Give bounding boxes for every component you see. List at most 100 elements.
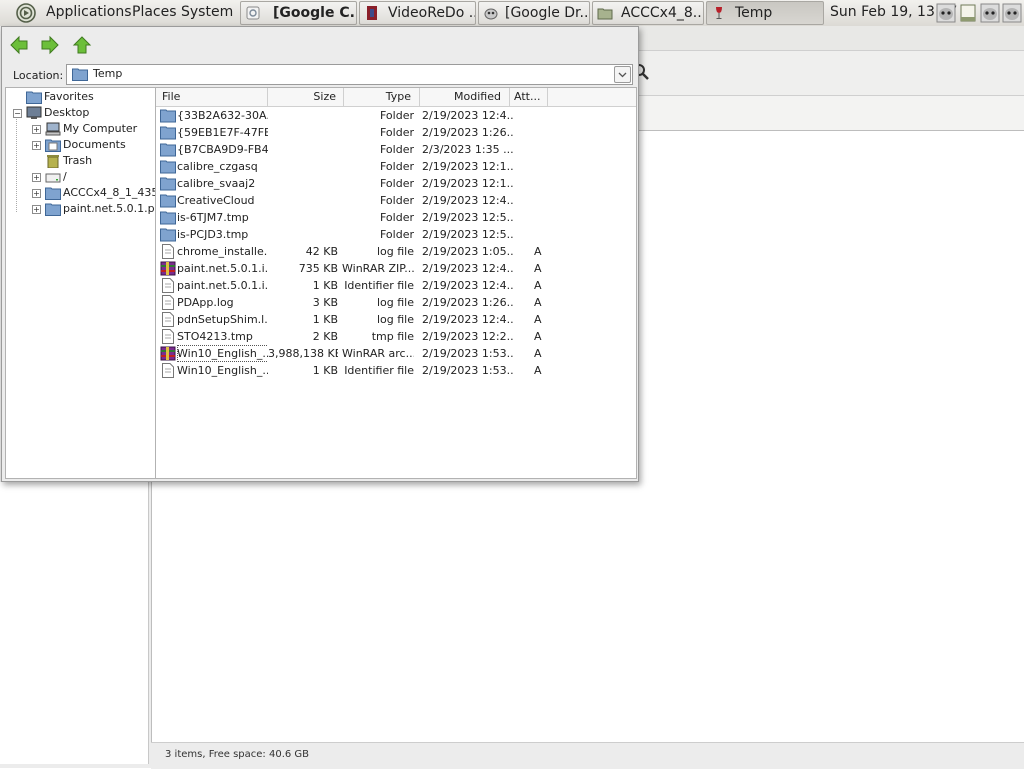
file-type: Identifier file: [344, 364, 414, 377]
file-manager-window: Location: Temp Favorites − Desktop + My Comp…: [1, 26, 639, 482]
collapse-icon[interactable]: −: [13, 109, 22, 118]
file-row[interactable]: calibre_czgasq Folder 2/19/2023 12:1...: [156, 158, 636, 175]
file-size: 3,988,138 KB: [268, 347, 338, 360]
file-row[interactable]: pdnSetupShim.l... 1 KB log file 2/19/2023 1…: [156, 311, 636, 328]
file-modified: 2/19/2023 12:1...: [422, 177, 514, 190]
location-combobox[interactable]: Temp: [66, 64, 633, 85]
file-name-cell: PDApp.log: [158, 294, 268, 311]
file-row[interactable]: paint.net.5.0.1.i... 735 KB WinRAR ZIP... 2…: [156, 260, 636, 277]
file-name: CreativeCloud: [177, 194, 255, 207]
file-type: Identifier file: [344, 279, 414, 292]
wine-tray-icon[interactable]: [936, 3, 956, 23]
expand-icon[interactable]: +: [32, 125, 41, 134]
location-dropdown-button[interactable]: [614, 66, 631, 83]
file-type: Folder: [380, 143, 414, 156]
file-attributes: [534, 226, 564, 243]
tree-item-label: Desktop: [44, 106, 90, 119]
file-modified: 2/19/2023 1:53...: [422, 347, 514, 360]
file-size: 1 KB: [312, 313, 338, 326]
file-modified: 2/19/2023 12:2...: [422, 330, 514, 343]
back-arrow-icon[interactable]: [9, 35, 29, 55]
file-attributes: A: [534, 330, 542, 343]
file-row[interactable]: is-PCJD3.tmp Folder 2/19/2023 12:5...: [156, 226, 636, 243]
task-button-temp[interactable]: Temp: [706, 1, 824, 25]
folder-icon: [160, 228, 176, 242]
column-header-size[interactable]: Size: [268, 88, 344, 106]
file-attributes: A: [534, 296, 542, 309]
file-type: WinRAR arc...: [342, 347, 414, 360]
file-modified: 2/19/2023 1:26...: [422, 126, 514, 139]
tree-item-label: Favorites: [44, 90, 94, 103]
task-button-acccx4[interactable]: ACCCx4_8...: [592, 1, 704, 25]
wine-tray-icon-3[interactable]: [1002, 3, 1022, 23]
column-label: File: [162, 90, 181, 103]
file-modified: 2/19/2023 12:4...: [422, 262, 514, 275]
folder-icon: [160, 177, 176, 191]
top-panel: Applications Places System [Google C... …: [0, 0, 1024, 27]
file-modified: 2/3/2023 1:35 ...: [422, 143, 514, 156]
file-row[interactable]: CreativeCloud Folder 2/19/2023 12:4...: [156, 192, 636, 209]
file-name-cell: is-PCJD3.tmp: [158, 226, 268, 243]
file-row[interactable]: is-6TJM7.tmp Folder 2/19/2023 12:5...: [156, 209, 636, 226]
file-type: Folder: [380, 228, 414, 241]
forward-arrow-icon[interactable]: [40, 35, 60, 55]
file-type: tmp file: [371, 330, 414, 343]
file-modified: 2/19/2023 1:53...: [422, 364, 514, 377]
expand-icon[interactable]: +: [32, 141, 41, 150]
file-name-cell: paint.net.5.0.1.i...: [158, 260, 268, 277]
wine-tray-icon-2[interactable]: [980, 3, 1000, 23]
menu-applications[interactable]: Applications: [46, 4, 132, 20]
file-size: 1 KB: [312, 364, 338, 377]
file-list: File Size Type Modified Att... {33B2A632…: [155, 87, 637, 479]
column-header-file[interactable]: File: [156, 88, 268, 106]
file-row[interactable]: {33B2A632-30A... Folder 2/19/2023 12:4...: [156, 107, 636, 124]
expand-icon[interactable]: +: [32, 205, 41, 214]
file-row[interactable]: calibre_svaaj2 Folder 2/19/2023 12:1...: [156, 175, 636, 192]
file-row[interactable]: STO4213.tmp 2 KB tmp file 2/19/2023 12:2...…: [156, 328, 636, 345]
file-name: paint.net.5.0.1.i...: [177, 279, 268, 292]
file-attributes: [534, 158, 564, 175]
winrar-archive-icon: [160, 261, 176, 276]
menu-places[interactable]: Places: [132, 4, 177, 20]
document-icon: [162, 244, 174, 259]
folder-icon: [160, 194, 176, 208]
file-name-cell: {33B2A632-30A...: [158, 107, 268, 124]
folder-icon: [72, 68, 88, 81]
file-name-cell: calibre_svaaj2: [158, 175, 268, 192]
file-row[interactable]: {B7CBA9D9-FB4... Folder 2/3/2023 1:35 ...: [156, 141, 636, 158]
up-arrow-icon[interactable]: [72, 35, 92, 55]
file-row[interactable]: Win10_English_... 1 KB Identifier file 2/19…: [156, 362, 636, 379]
file-row[interactable]: {59EB1E7F-47FE... Folder 2/19/2023 1:26...: [156, 124, 636, 141]
file-size: [268, 175, 338, 192]
file-name: Win10_English_...: [177, 364, 268, 377]
tree-item-label: My Computer: [63, 122, 138, 135]
file-modified: 2/19/2023 12:1...: [422, 160, 514, 173]
file-modified: 2/19/2023 12:5...: [422, 211, 514, 224]
document-icon: [162, 278, 174, 293]
task-button-google-drive[interactable]: [Google Dr...: [478, 1, 590, 25]
task-button-videoredo[interactable]: VideoReDo ...: [359, 1, 476, 25]
file-row[interactable]: chrome_installe... 42 KB log file 2/19/2023…: [156, 243, 636, 260]
file-modified: 2/19/2023 12:4...: [422, 109, 514, 122]
file-name: {59EB1E7F-47FE...: [177, 126, 268, 139]
task-button-chrome[interactable]: [Google C...: [240, 1, 357, 25]
file-row[interactable]: PDApp.log 3 KB log file 2/19/2023 1:26... A: [156, 294, 636, 311]
expand-icon[interactable]: +: [32, 189, 41, 198]
file-row[interactable]: Win10_English_... 3,988,138 KB WinRAR arc.…: [156, 345, 636, 362]
column-header-type[interactable]: Type: [344, 88, 420, 106]
column-header-attributes[interactable]: Att...: [510, 88, 548, 106]
distro-logo-icon[interactable]: [16, 3, 36, 23]
file-name-cell: {59EB1E7F-47FE...: [158, 124, 268, 141]
menu-system[interactable]: System: [181, 4, 233, 20]
notes-tray-icon[interactable]: [958, 3, 978, 23]
expand-icon[interactable]: +: [32, 173, 41, 182]
background-toolbar: [638, 51, 1024, 96]
file-name: paint.net.5.0.1.i...: [177, 262, 268, 275]
trash-icon: [47, 155, 59, 168]
file-size: [268, 209, 338, 226]
file-size: [268, 107, 338, 124]
file-attributes: [534, 209, 564, 226]
column-header-modified[interactable]: Modified: [420, 88, 510, 106]
file-name-cell: chrome_installe...: [158, 243, 268, 260]
file-row[interactable]: paint.net.5.0.1.i... 1 KB Identifier file 2…: [156, 277, 636, 294]
